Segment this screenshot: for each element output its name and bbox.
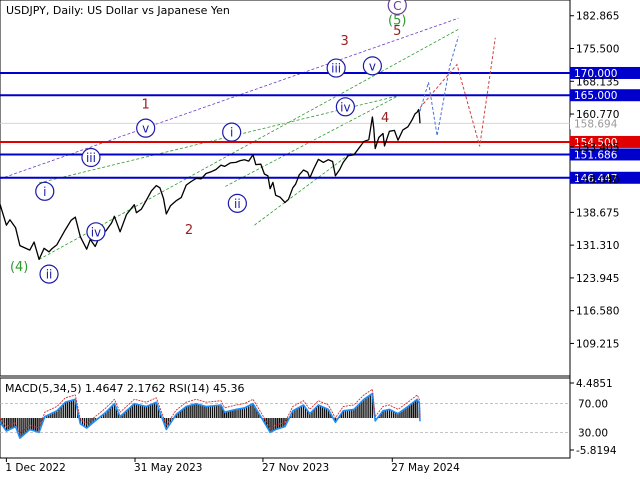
- y-tick-label: 116.580: [576, 306, 619, 318]
- wave-label: ii: [46, 268, 53, 282]
- wave-label: 4: [381, 111, 389, 126]
- y-tick-label: 109.215: [576, 338, 619, 350]
- level-label: 165.000: [574, 90, 617, 102]
- y-tick-label: 175.500: [576, 44, 619, 56]
- y-tick-label: 160.770: [576, 109, 619, 121]
- wave-label: iv: [91, 225, 101, 239]
- indicator-title: MACD(5,34,5) 1.4647 2.1762 RSI(14) 45.36: [5, 382, 244, 395]
- y-tick-label: 131.310: [576, 240, 619, 252]
- wave-label: 2: [185, 223, 193, 238]
- wave-label: 1: [142, 98, 150, 113]
- x-tick-label: 27 May 2024: [391, 462, 460, 474]
- wave-label: i: [230, 126, 233, 140]
- macd-max-label: 4.4851: [576, 378, 613, 390]
- wave-label: i: [43, 185, 46, 199]
- y-tick-label: 138.675: [576, 207, 619, 219]
- wave-label: C: [393, 0, 401, 13]
- chart-root: 170.000 165.000 154.500 151.686 146.447 158.6…: [0, 0, 640, 480]
- wave-label: ii: [234, 197, 241, 211]
- rsi-level-label: 70.00: [578, 399, 608, 411]
- x-tick-label: 27 Nov 2023: [262, 462, 329, 474]
- price-chart: 170.000165.000154.500151.686146.447158.6…: [0, 0, 640, 474]
- y-tick-label: 123.945: [576, 273, 619, 285]
- y-tick-label: 168.135: [576, 76, 619, 88]
- x-tick-label: 1 Dec 2022: [5, 462, 65, 474]
- wave-label: v: [142, 122, 149, 136]
- y-tick-label: 146.040: [576, 175, 619, 187]
- wave-label: iii: [331, 62, 341, 76]
- wave-label: (5): [388, 14, 406, 29]
- wave-label: iv: [340, 100, 350, 114]
- wave-label: (4): [10, 260, 28, 275]
- chart-title: USDJPY, Daily: US Dollar vs Japanese Yen: [6, 4, 230, 17]
- y-tick-label: 182.865: [576, 11, 619, 23]
- wave-label: v: [369, 59, 376, 73]
- wave-label: 3: [341, 34, 349, 49]
- x-tick-label: 31 May 2023: [134, 462, 202, 474]
- rsi-level-label: 30.00: [578, 427, 608, 439]
- y-tick-label: 153.405: [576, 142, 619, 154]
- wave-label: iii: [86, 151, 96, 165]
- macd-min-label: -5.8194: [576, 445, 617, 457]
